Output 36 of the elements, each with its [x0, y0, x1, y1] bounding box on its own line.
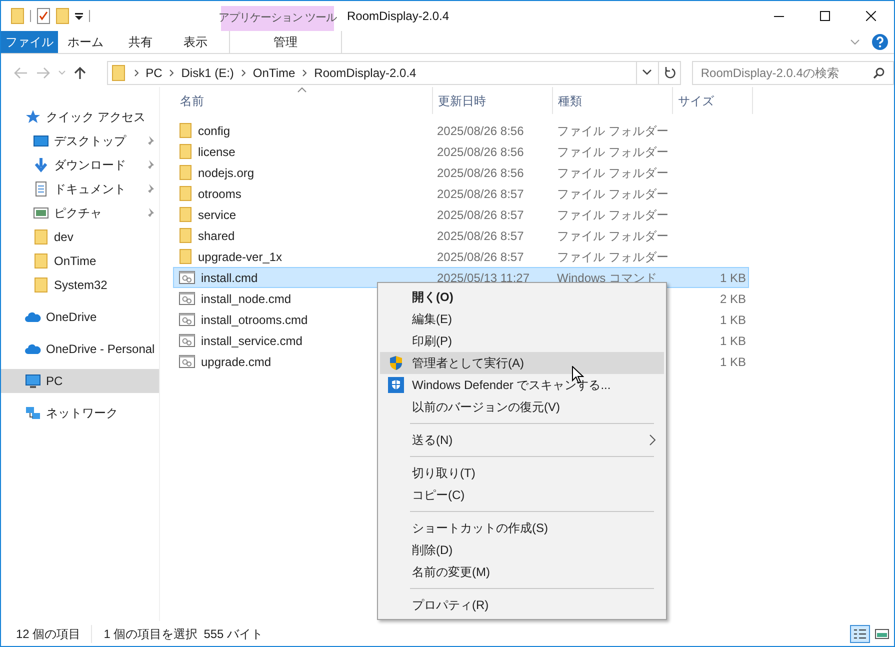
date-cell: 2025/08/26 8:56 — [437, 124, 524, 138]
type-cell: ファイル フォルダー — [557, 144, 668, 158]
size-cell: 1 KB — [720, 354, 746, 368]
file-name: otrooms — [198, 186, 242, 202]
file-name: license — [198, 144, 236, 160]
file-name: nodejs.org — [198, 164, 254, 182]
type-cell: ファイル フォルダー — [557, 228, 668, 242]
type-cell: ファイル フォルダー — [557, 186, 668, 200]
file-name: install.cmd — [201, 270, 258, 286]
type-cell: ファイル フォルダー — [557, 166, 668, 180]
file-name: install_otrooms.cmd — [201, 312, 308, 328]
selection-status: 1 個の項目を選択 — [102, 626, 198, 642]
size-cell: 1 KB — [720, 312, 746, 326]
file-name: service — [198, 206, 236, 224]
file-name: install_service.cmd — [201, 332, 302, 350]
size-cell: 1 KB — [720, 334, 746, 348]
selection-size: 555 バイト — [202, 626, 264, 642]
file-name: install_node.cmd — [201, 290, 292, 308]
date-cell: 2025/08/26 8:57 — [437, 250, 524, 264]
type-cell: ファイル フォルダー — [557, 250, 668, 264]
file-name: shared — [198, 228, 235, 244]
item-count: 12 個の項目 — [16, 624, 92, 642]
size-cell: 1 KB — [720, 270, 746, 284]
date-cell: 2025/08/26 8:57 — [437, 208, 524, 222]
date-cell: 2025/05/13 11:27 — [437, 270, 530, 284]
date-cell: 2025/08/26 8:57 — [437, 228, 524, 242]
date-cell: 2025/08/26 8:56 — [437, 166, 524, 180]
date-cell: 2025/08/26 8:57 — [437, 186, 524, 200]
file-name: upgrade-ver_1x — [198, 248, 282, 266]
file-name: upgrade.cmd — [201, 354, 272, 370]
size-cell: 2 KB — [720, 292, 746, 306]
window-title: RoomDisplay-2.0.4 — [347, 8, 450, 25]
date-cell: 2025/08/26 8:56 — [437, 144, 524, 158]
file-name: config — [198, 122, 230, 140]
type-cell: ファイル フォルダー — [557, 208, 668, 222]
type-cell: ファイル フォルダー — [557, 124, 668, 138]
